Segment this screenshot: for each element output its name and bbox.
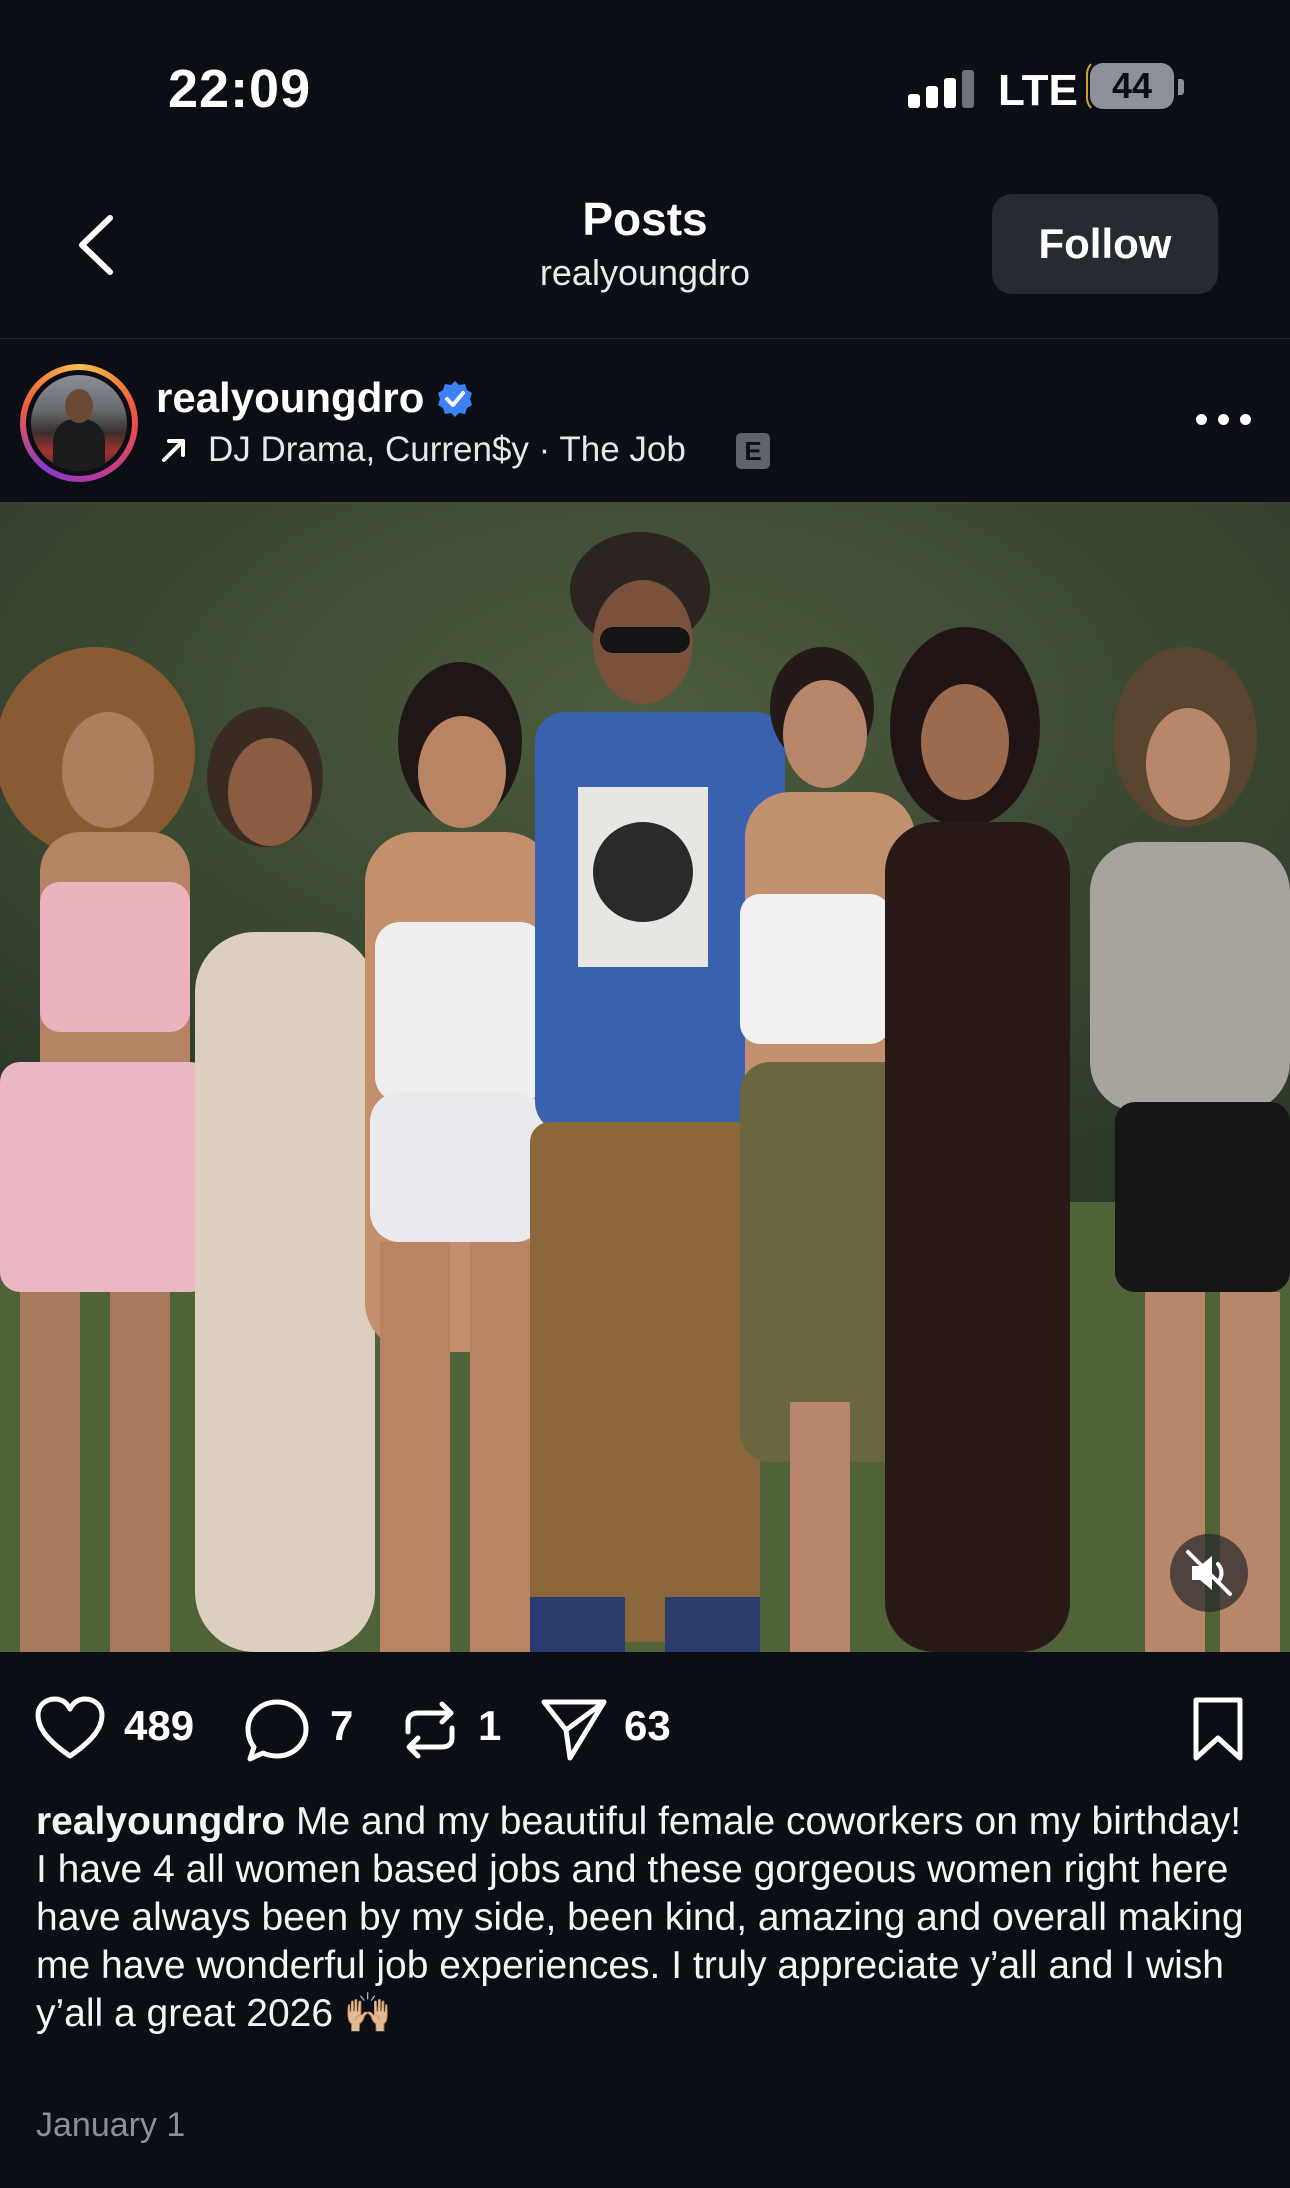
avatar <box>31 375 127 471</box>
music-info[interactable]: DJ Drama, Curren$y · The Job <box>208 430 686 470</box>
verified-icon <box>438 381 472 417</box>
network-label: LTE <box>998 66 1078 115</box>
share-icon[interactable] <box>540 1696 608 1764</box>
mute-toggle[interactable] <box>1170 1534 1248 1612</box>
post-header: realyoungdro DJ Drama, Curren$y · The Jo… <box>0 340 1290 500</box>
top-navigation: Posts realyoungdro Follow <box>0 180 1290 339</box>
more-icon[interactable] <box>1196 412 1256 428</box>
status-bar: 22:09 LTE 44 <box>0 0 1290 180</box>
comment-count[interactable]: 7 <box>330 1702 353 1750</box>
post-date: January 1 <box>36 2106 186 2144</box>
post-username[interactable]: realyoungdro <box>156 374 424 422</box>
action-bar: 489 7 1 63 <box>0 1660 1290 1790</box>
post-caption: realyoungdro Me and my beautiful female … <box>36 1798 1256 2038</box>
repost-count[interactable]: 1 <box>478 1702 501 1750</box>
heart-icon[interactable] <box>34 1696 106 1760</box>
follow-button[interactable]: Follow <box>992 194 1218 294</box>
signal-icon <box>908 70 980 108</box>
arrow-up-right-icon <box>162 439 185 462</box>
caption-username[interactable]: realyoungdro <box>36 1800 285 1843</box>
battery-level: 44 <box>1111 65 1153 106</box>
share-count[interactable]: 63 <box>624 1702 671 1750</box>
comment-icon[interactable] <box>244 1698 310 1764</box>
story-ring[interactable] <box>20 364 138 482</box>
like-count[interactable]: 489 <box>124 1702 194 1750</box>
photo-illustration <box>0 502 1290 1652</box>
repost-icon[interactable] <box>398 1698 462 1762</box>
bookmark-icon[interactable] <box>1190 1696 1246 1764</box>
battery-icon: 44 <box>1090 63 1174 109</box>
status-time: 22:09 <box>168 59 312 119</box>
post-photo[interactable] <box>0 502 1290 1652</box>
explicit-badge: E <box>736 433 770 469</box>
muted-speaker-icon <box>1186 1550 1232 1596</box>
